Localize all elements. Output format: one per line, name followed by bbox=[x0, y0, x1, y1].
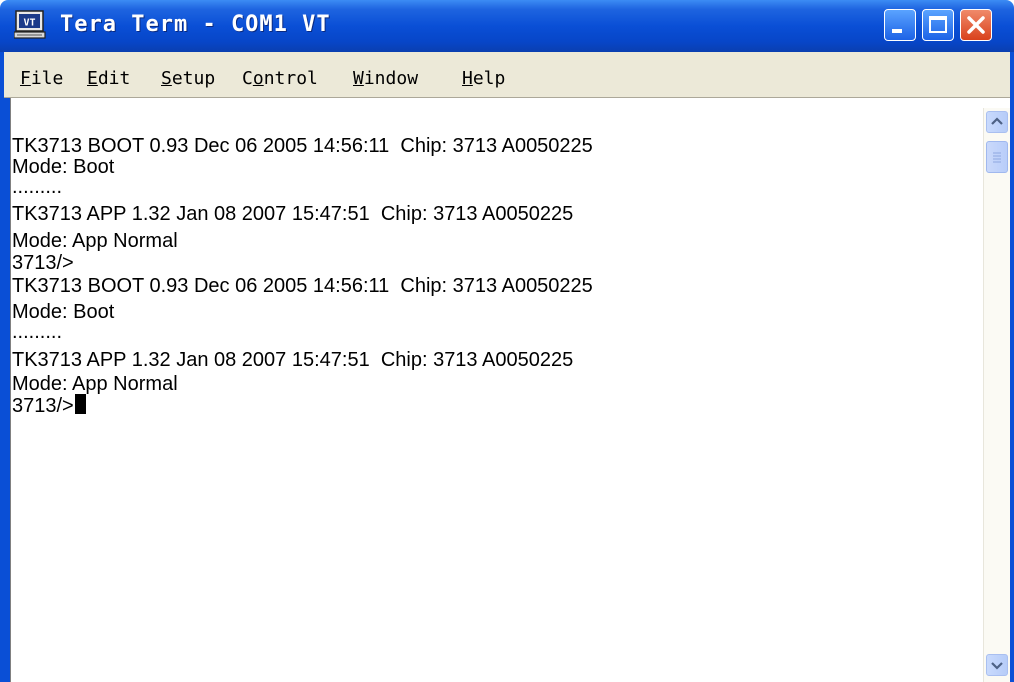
maximize-button[interactable] bbox=[922, 9, 954, 41]
menu-setup[interactable]: Setup bbox=[161, 69, 215, 89]
menu-file[interactable]: File bbox=[20, 69, 63, 89]
menu-window-accel: W bbox=[353, 68, 364, 89]
menu-control-pre: C bbox=[242, 68, 253, 89]
menu-setup-accel: S bbox=[161, 68, 172, 89]
terminal-output[interactable]: TK3713 BOOT 0.93 Dec 06 2005 14:56:11 Ch… bbox=[12, 120, 972, 660]
menu-window-label: indow bbox=[363, 68, 419, 89]
minimize-button[interactable] bbox=[884, 9, 916, 41]
menu-bar: File Edit Setup Control Window Help bbox=[0, 52, 1014, 98]
close-button[interactable] bbox=[960, 9, 992, 41]
window-border-left bbox=[0, 98, 10, 682]
terminal-prompt: 3713/> bbox=[12, 395, 74, 417]
menu-help-accel: H bbox=[462, 68, 473, 89]
terminal-line: 3713/> bbox=[12, 252, 74, 274]
menu-control-accel: o bbox=[252, 68, 264, 89]
scroll-up-button[interactable] bbox=[986, 111, 1008, 133]
text-cursor bbox=[74, 394, 86, 414]
menu-edit-label: dit bbox=[97, 68, 131, 89]
menu-control[interactable]: Control bbox=[242, 69, 318, 89]
menu-window[interactable]: Window bbox=[353, 69, 418, 89]
chevron-down-icon bbox=[991, 662, 1003, 670]
tera-term-app-icon[interactable]: VT bbox=[14, 10, 46, 40]
scroll-thumb[interactable] bbox=[986, 141, 1008, 173]
terminal-line: ......... bbox=[12, 321, 63, 343]
scroll-down-button[interactable] bbox=[986, 654, 1008, 676]
terminal-line: TK3713 APP 1.32 Jan 08 2007 15:47:51 Chi… bbox=[12, 203, 574, 225]
title-bar[interactable]: VT Tera Term - COM1 VT bbox=[0, 0, 1014, 52]
close-icon bbox=[967, 16, 985, 34]
terminal-line: TK3713 BOOT 0.93 Dec 06 2005 14:56:11 Ch… bbox=[12, 275, 593, 297]
terminal-line: ......... bbox=[12, 176, 63, 198]
client-edge bbox=[10, 98, 11, 682]
menu-control-label: ntrol bbox=[263, 68, 318, 89]
window-title: Tera Term - COM1 VT bbox=[60, 12, 331, 37]
menu-help[interactable]: Help bbox=[462, 69, 505, 89]
window-border-right bbox=[1010, 98, 1014, 682]
app-icon-label: VT bbox=[23, 18, 35, 29]
menu-setup-label: etup bbox=[171, 68, 216, 89]
minimize-icon bbox=[892, 29, 902, 33]
maximize-icon bbox=[929, 16, 947, 33]
menu-edit-accel: E bbox=[87, 68, 98, 89]
grip-icon bbox=[993, 152, 1001, 163]
menu-help-label: elp bbox=[472, 68, 506, 89]
vertical-scrollbar[interactable] bbox=[983, 108, 1010, 682]
menu-file-label: ile bbox=[30, 68, 64, 89]
terminal-line: TK3713 APP 1.32 Jan 08 2007 15:47:51 Chi… bbox=[12, 349, 574, 371]
terminal-prompt-line: 3713/> bbox=[12, 394, 86, 419]
menu-file-accel: F bbox=[20, 68, 31, 89]
menu-edit[interactable]: Edit bbox=[87, 69, 130, 89]
chevron-up-icon bbox=[991, 117, 1003, 125]
